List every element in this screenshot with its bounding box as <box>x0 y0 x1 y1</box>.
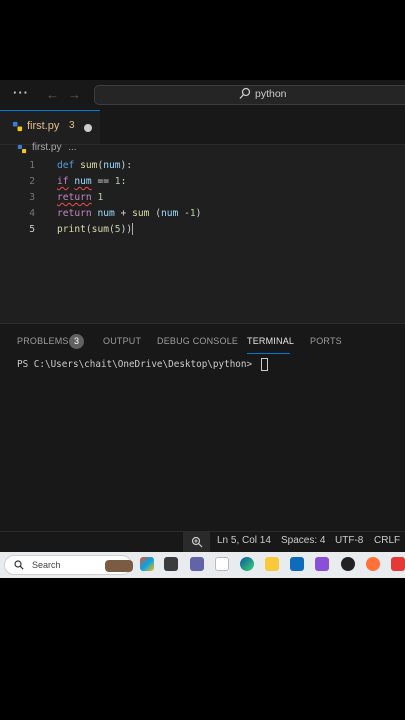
search-highlight-image <box>105 560 133 572</box>
tab-first-py[interactable]: first.py 3 <box>0 110 100 144</box>
vscode-window: ··· ← → python first.py 3 first.py ... 1… <box>0 80 405 578</box>
tab-debug-console[interactable]: DEBUG CONSOLE <box>157 336 238 346</box>
windows-taskbar: Search <box>0 552 405 578</box>
github-icon[interactable] <box>341 557 355 571</box>
unsaved-dot-icon[interactable] <box>84 124 92 132</box>
more-actions-icon[interactable]: ··· <box>13 84 29 102</box>
code-line[interactable]: 4 return num + sum (num -1) <box>0 206 405 222</box>
encoding-setting[interactable]: UTF-8 <box>335 535 363 546</box>
code-line[interactable]: 1 def sum(num): <box>0 158 405 174</box>
line-number: 2 <box>29 176 35 187</box>
tab-problems[interactable]: PROBLEMS <box>17 336 69 346</box>
problems-badge: 3 <box>69 334 84 349</box>
file-explorer-icon[interactable] <box>265 557 279 571</box>
line-number: 4 <box>29 208 35 219</box>
title-bar: ··· ← → python <box>0 80 405 110</box>
line-number: 3 <box>29 192 35 203</box>
eol-setting[interactable]: CRLF <box>374 535 400 546</box>
code-text: print(sum(5)) <box>57 223 134 235</box>
tab-filename: first.py <box>27 120 60 132</box>
bottom-panel: PROBLEMS 3 OUTPUT DEBUG CONSOLE TERMINAL… <box>0 323 405 532</box>
zoom-button[interactable] <box>183 532 210 552</box>
app-icon[interactable] <box>391 557 405 571</box>
zoom-icon <box>191 536 203 548</box>
edge-icon[interactable] <box>240 557 254 571</box>
editor-tab-bar: first.py 3 <box>0 110 405 145</box>
command-center-label: python <box>255 88 287 100</box>
notepad-icon[interactable] <box>215 557 229 571</box>
search-icon <box>239 87 251 99</box>
firefox-icon[interactable] <box>366 557 380 571</box>
breadcrumb-more[interactable]: ... <box>68 142 76 153</box>
code-line[interactable]: 2 if num == 1: <box>0 174 405 190</box>
taskbar-search-placeholder: Search <box>32 560 61 570</box>
microsoft-store-icon[interactable] <box>290 557 304 571</box>
tab-terminal[interactable]: TERMINAL <box>247 336 294 346</box>
app-icon[interactable] <box>315 557 329 571</box>
terminal-prompt-text: PS C:\Users\chait\OneDrive\Desktop\pytho… <box>17 359 258 370</box>
taskbar-search[interactable]: Search <box>4 555 133 575</box>
code-text: if num == 1: <box>57 176 127 187</box>
text-cursor <box>132 223 134 235</box>
copilot-icon[interactable] <box>140 557 154 571</box>
breadcrumb-file[interactable]: first.py <box>32 142 61 153</box>
breadcrumb[interactable]: first.py ... <box>17 142 77 153</box>
cursor-position[interactable]: Ln 5, Col 14 <box>217 535 271 546</box>
python-file-icon <box>12 121 23 132</box>
line-number: 5 <box>29 224 35 235</box>
back-arrow-icon[interactable]: ← <box>46 86 59 104</box>
forward-arrow-icon[interactable]: → <box>68 86 81 104</box>
tab-problem-count: 3 <box>69 120 75 131</box>
code-text: return num + sum (num -1) <box>57 208 202 219</box>
search-icon <box>14 560 24 570</box>
active-tab-indicator <box>247 353 290 354</box>
tab-ports[interactable]: PORTS <box>310 336 342 346</box>
code-line[interactable]: 5 print(sum(5)) <box>0 222 405 238</box>
code-text: def sum(num): <box>57 160 133 171</box>
command-center-search[interactable]: python <box>94 85 405 105</box>
indentation-setting[interactable]: Spaces: 4 <box>281 535 325 546</box>
teams-icon[interactable] <box>190 557 204 571</box>
code-text: return 1 <box>57 192 104 203</box>
terminal-prompt[interactable]: PS C:\Users\chait\OneDrive\Desktop\pytho… <box>17 358 268 371</box>
status-bar: Ln 5, Col 14 Spaces: 4 UTF-8 CRLF <box>0 531 405 552</box>
code-line[interactable]: 3 return 1 <box>0 190 405 206</box>
tab-output[interactable]: OUTPUT <box>103 336 141 346</box>
line-number: 1 <box>29 160 35 171</box>
terminal-cursor <box>260 358 268 371</box>
task-view-icon[interactable] <box>164 557 178 571</box>
